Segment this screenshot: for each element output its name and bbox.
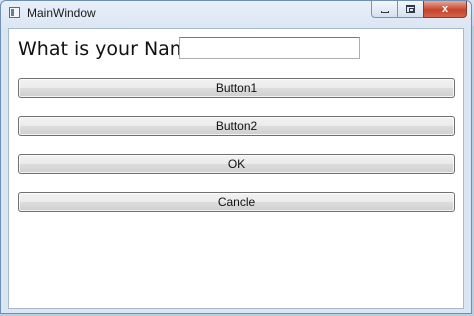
maximize-icon — [406, 5, 415, 13]
title-bar[interactable]: MainWindow x — [1, 1, 471, 25]
main-window: MainWindow x What is your Name? Button1 … — [0, 0, 472, 314]
client-area: What is your Name? Button1 Button2 OK Ca… — [8, 28, 464, 309]
caption-buttons: x — [371, 1, 467, 19]
name-input[interactable] — [179, 37, 360, 59]
window-title: MainWindow — [27, 6, 96, 20]
close-icon: x — [441, 3, 449, 15]
cancel-button[interactable]: Cancle — [18, 192, 455, 212]
maximize-button[interactable] — [397, 1, 423, 18]
button1[interactable]: Button1 — [18, 78, 455, 98]
close-button[interactable]: x — [423, 1, 467, 18]
app-icon[interactable] — [9, 7, 20, 18]
ok-button[interactable]: OK — [18, 154, 455, 174]
button2[interactable]: Button2 — [18, 116, 455, 136]
minimize-icon — [380, 10, 389, 13]
minimize-button[interactable] — [371, 1, 397, 18]
